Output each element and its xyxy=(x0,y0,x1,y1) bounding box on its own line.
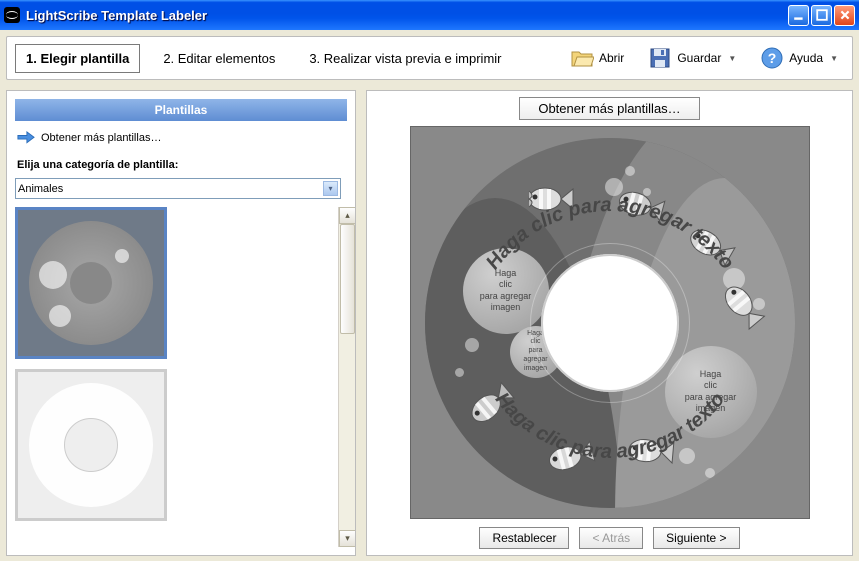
app-icon xyxy=(4,7,20,23)
scroll-up-button[interactable]: ▴ xyxy=(339,207,355,224)
close-button[interactable] xyxy=(834,5,855,26)
floppy-save-icon xyxy=(648,46,672,70)
arrow-right-icon xyxy=(17,131,35,145)
get-more-link-label: Obtener más plantillas… xyxy=(41,132,161,144)
category-select[interactable]: Animales ▾ xyxy=(15,178,341,199)
open-button[interactable]: Abrir xyxy=(564,43,630,73)
template-thumbnail[interactable] xyxy=(15,369,167,521)
back-button[interactable]: < Atrás xyxy=(579,527,643,549)
scroll-down-button[interactable]: ▾ xyxy=(339,530,355,547)
svg-text:?: ? xyxy=(768,50,777,66)
fish-graphic xyxy=(525,182,575,216)
get-more-templates-link[interactable]: Obtener más plantillas… xyxy=(17,131,353,145)
get-more-templates-button[interactable]: Obtener más plantillas… xyxy=(519,97,699,120)
chevron-down-icon: ▼ xyxy=(728,54,736,63)
category-selected-value: Animales xyxy=(18,183,63,195)
chevron-down-icon: ▼ xyxy=(830,54,838,63)
save-label: Guardar xyxy=(677,51,721,65)
template-thumbnail[interactable] xyxy=(15,207,167,359)
help-icon: ? xyxy=(760,46,784,70)
templates-panel: Plantillas Obtener más plantillas… Elija… xyxy=(6,90,356,556)
disc-preview: Haga clic para agregar imagen Haga clic … xyxy=(410,126,810,519)
preview-panel: Obtener más plantillas… xyxy=(366,90,853,556)
help-label: Ayuda xyxy=(789,51,823,65)
step-2-edit-elements[interactable]: 2. Editar elementos xyxy=(152,44,286,73)
templates-header: Plantillas xyxy=(15,99,347,121)
folder-open-icon xyxy=(570,46,594,70)
maximize-button[interactable] xyxy=(811,5,832,26)
disc-hole xyxy=(541,254,679,392)
step-3-preview-print[interactable]: 3. Realizar vista previa e imprimir xyxy=(298,44,512,73)
next-button[interactable]: Siguiente > xyxy=(653,527,739,549)
help-button[interactable]: ? Ayuda ▼ xyxy=(754,43,844,73)
chevron-down-icon: ▾ xyxy=(323,181,338,196)
category-label: Elija una categoría de plantilla: xyxy=(17,159,353,171)
wizard-toolbar: 1. Elegir plantilla 2. Editar elementos … xyxy=(6,36,853,80)
open-label: Abrir xyxy=(599,51,624,65)
fish-graphic xyxy=(623,431,676,469)
scroll-thumb[interactable] xyxy=(340,224,355,334)
window-title: LightScribe Template Labeler xyxy=(26,8,788,23)
disc-surface[interactable]: Haga clic para agregar imagen Haga clic … xyxy=(425,138,795,508)
window-titlebar: LightScribe Template Labeler xyxy=(0,0,859,30)
reset-button[interactable]: Restablecer xyxy=(479,527,569,549)
save-button[interactable]: Guardar ▼ xyxy=(642,43,742,73)
minimize-button[interactable] xyxy=(788,5,809,26)
step-1-choose-template[interactable]: 1. Elegir plantilla xyxy=(15,44,140,73)
scrollbar[interactable]: ▴ ▾ xyxy=(338,207,355,547)
